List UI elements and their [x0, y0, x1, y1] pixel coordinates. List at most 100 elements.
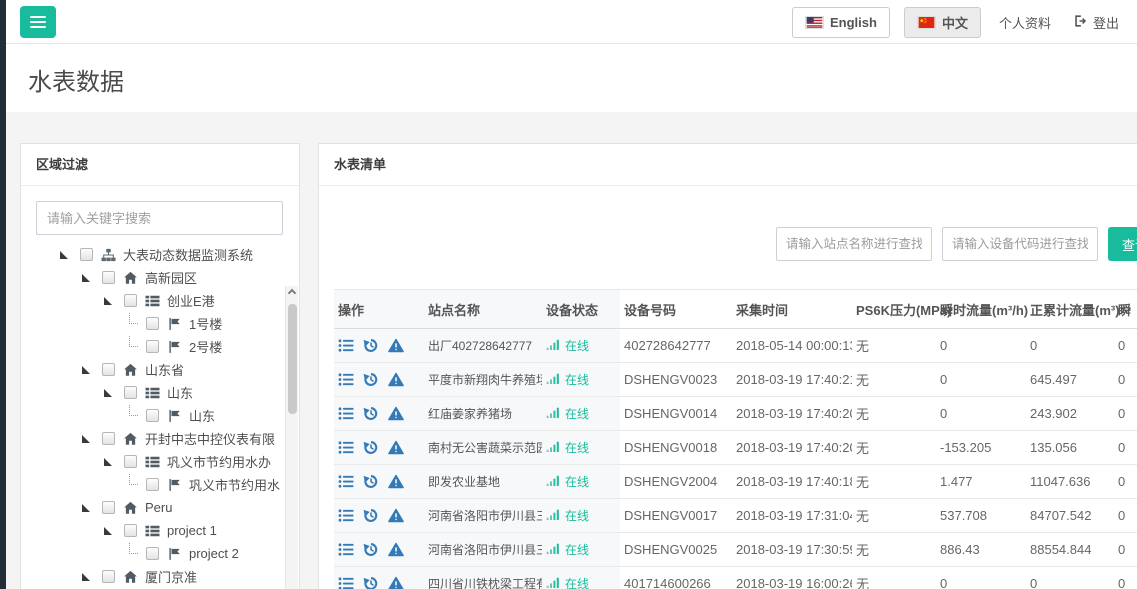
- alarm-icon[interactable]: [388, 542, 404, 557]
- site-name-cell[interactable]: 南村无公害蔬菜示范园: [424, 431, 542, 464]
- tree-checkbox[interactable]: [102, 501, 115, 514]
- site-name-cell[interactable]: 平度市新翔肉牛养殖场: [424, 363, 542, 396]
- tree-node[interactable]: 高新园区: [36, 266, 284, 289]
- flag-icon: [167, 478, 183, 492]
- alarm-icon[interactable]: [388, 576, 404, 589]
- detail-list-icon[interactable]: [338, 406, 354, 421]
- tree-checkbox[interactable]: [102, 363, 115, 376]
- col-header-time: 采集时间: [732, 290, 852, 328]
- tree-node[interactable]: 厦门京准: [36, 565, 284, 588]
- detail-list-icon[interactable]: [338, 542, 354, 557]
- tree-checkbox[interactable]: [124, 455, 137, 468]
- tree-node[interactable]: 开封中志中控仪表有限: [36, 427, 284, 450]
- tree-node-label: 1号楼: [189, 314, 222, 333]
- query-button[interactable]: 查询: [1108, 227, 1137, 261]
- table-row: 红庙姜家养猪场 在线 DSHENGV0014 2018-03-19 17:40:…: [334, 397, 1137, 431]
- site-name-cell[interactable]: 四川省川铁枕梁工程有...: [424, 567, 542, 589]
- tree-checkbox[interactable]: [124, 524, 137, 537]
- history-icon[interactable]: [363, 474, 379, 489]
- flow-cell: 0: [936, 363, 1026, 396]
- tree-checkbox[interactable]: [146, 478, 159, 491]
- history-icon[interactable]: [363, 542, 379, 557]
- list-panel-body: 查询 操作 站点名称 设备状态 设备号码 采集时间 PS6K压力(MPa) 瞬时…: [319, 186, 1137, 589]
- status-badge: 在线: [565, 473, 589, 490]
- language-chinese-button[interactable]: 中文: [904, 7, 981, 38]
- tree-node[interactable]: 巩义市节约用水办: [36, 450, 284, 473]
- keyword-search-input[interactable]: [36, 201, 283, 235]
- tree-checkbox[interactable]: [146, 317, 159, 330]
- history-icon[interactable]: [363, 440, 379, 455]
- tree-expander-icon[interactable]: [102, 294, 116, 308]
- tree-node[interactable]: 山东: [36, 381, 284, 404]
- alarm-icon[interactable]: [388, 338, 404, 353]
- tree-expander-icon[interactable]: [102, 455, 116, 469]
- history-icon[interactable]: [363, 576, 379, 589]
- language-chinese-label: 中文: [942, 13, 968, 32]
- tree-checkbox[interactable]: [102, 271, 115, 284]
- tree-node[interactable]: project 2: [36, 542, 284, 565]
- site-name-cell[interactable]: 河南省洛阳市伊川县三...: [424, 533, 542, 566]
- tree-scrollbar[interactable]: [285, 286, 298, 589]
- region-tree: 大表动态数据监测系统 高新园区 创业E港 1号楼 2号楼 山东省 山东 山东 开…: [36, 243, 284, 588]
- tree-node[interactable]: 创业E港: [36, 289, 284, 312]
- detail-list-icon[interactable]: [338, 474, 354, 489]
- flow-cell: 1.477: [936, 465, 1026, 498]
- filter-panel-body: 大表动态数据监测系统 高新园区 创业E港 1号楼 2号楼 山东省 山东 山东 开…: [21, 186, 299, 589]
- tree-node-label: 厦门京准: [145, 567, 197, 586]
- tree-node[interactable]: 山东: [36, 404, 284, 427]
- alarm-icon[interactable]: [388, 372, 404, 387]
- tree-connector: [124, 547, 138, 561]
- site-name-cell[interactable]: 出厂402728642777: [424, 329, 542, 362]
- tree-checkbox[interactable]: [102, 432, 115, 445]
- tree-expander-icon[interactable]: [80, 432, 94, 446]
- tree-checkbox[interactable]: [146, 340, 159, 353]
- alarm-icon[interactable]: [388, 406, 404, 421]
- logout-link[interactable]: 登出: [1069, 13, 1123, 32]
- tree-expander-icon[interactable]: [102, 386, 116, 400]
- tree-node[interactable]: project 1: [36, 519, 284, 542]
- tree-expander-icon[interactable]: [102, 524, 116, 538]
- tree-checkbox[interactable]: [124, 386, 137, 399]
- detail-list-icon[interactable]: [338, 576, 354, 589]
- extra-cell: 0: [1114, 465, 1137, 498]
- page-title: 水表数据: [28, 62, 124, 97]
- tree-node[interactable]: 山东省: [36, 358, 284, 381]
- tree-node[interactable]: 1号楼: [36, 312, 284, 335]
- tree-expander-icon[interactable]: [58, 248, 72, 262]
- tree-node[interactable]: 2号楼: [36, 335, 284, 358]
- site-name-cell[interactable]: 红庙姜家养猪场: [424, 397, 542, 430]
- history-icon[interactable]: [363, 372, 379, 387]
- menu-toggle-button[interactable]: [20, 6, 56, 38]
- tree-expander-icon[interactable]: [80, 271, 94, 285]
- history-icon[interactable]: [363, 338, 379, 353]
- site-name-cell[interactable]: 河南省洛阳市伊川县三...: [424, 499, 542, 532]
- alarm-icon[interactable]: [388, 474, 404, 489]
- device-code-search-input[interactable]: [942, 227, 1098, 261]
- tree-node[interactable]: 大表动态数据监测系统: [36, 243, 284, 266]
- scroll-up-icon[interactable]: [288, 289, 296, 297]
- tree-node[interactable]: 巩义市节约用水: [36, 473, 284, 496]
- site-name-search-input[interactable]: [776, 227, 932, 261]
- tree-expander-icon[interactable]: [80, 501, 94, 515]
- alarm-icon[interactable]: [388, 440, 404, 455]
- tree-checkbox[interactable]: [146, 409, 159, 422]
- history-icon[interactable]: [363, 406, 379, 421]
- tree-checkbox[interactable]: [146, 547, 159, 560]
- tree-node[interactable]: Peru: [36, 496, 284, 519]
- detail-list-icon[interactable]: [338, 338, 354, 353]
- alarm-icon[interactable]: [388, 508, 404, 523]
- profile-link[interactable]: 个人资料: [995, 13, 1055, 32]
- flow-cell: 0: [936, 567, 1026, 589]
- detail-list-icon[interactable]: [338, 440, 354, 455]
- language-english-button[interactable]: English: [792, 7, 890, 38]
- history-icon[interactable]: [363, 508, 379, 523]
- tree-expander-icon[interactable]: [80, 363, 94, 377]
- tree-checkbox[interactable]: [102, 570, 115, 583]
- tree-checkbox[interactable]: [124, 294, 137, 307]
- detail-list-icon[interactable]: [338, 508, 354, 523]
- scrollbar-thumb[interactable]: [288, 304, 297, 414]
- tree-checkbox[interactable]: [80, 248, 93, 261]
- detail-list-icon[interactable]: [338, 372, 354, 387]
- tree-expander-icon[interactable]: [80, 570, 94, 584]
- site-name-cell[interactable]: 即发农业基地: [424, 465, 542, 498]
